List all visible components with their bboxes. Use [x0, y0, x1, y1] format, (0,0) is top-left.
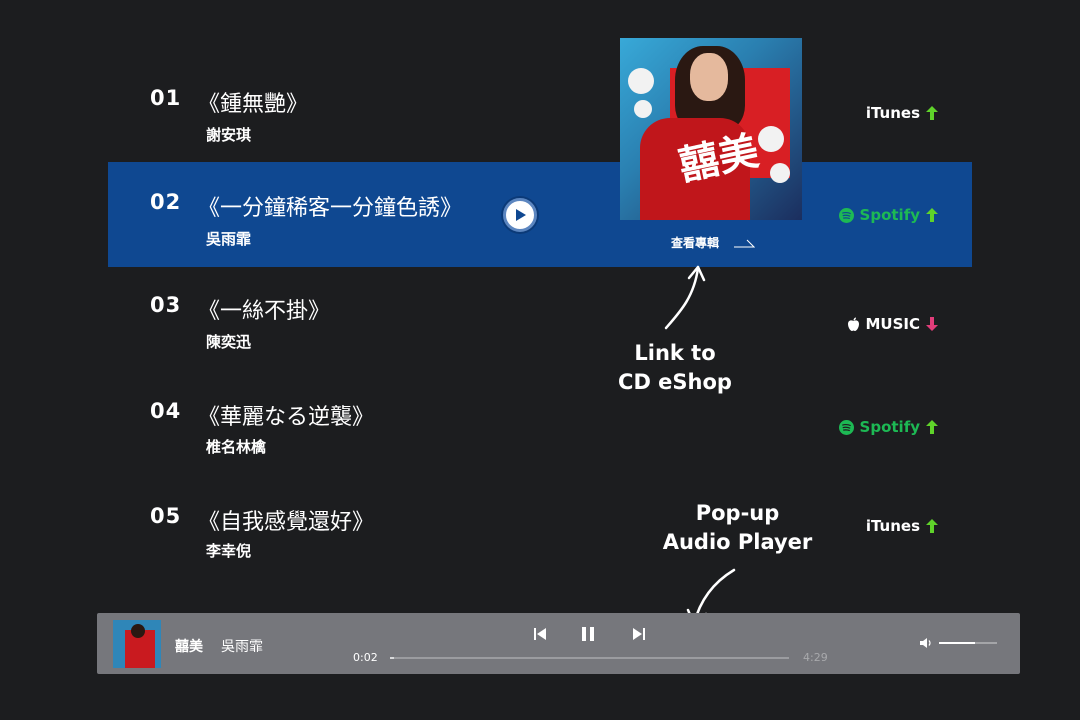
- itunes-link[interactable]: iTunes: [866, 517, 938, 535]
- arrow-up-icon: [926, 106, 938, 120]
- service-label: iTunes: [865, 104, 920, 122]
- album-cover[interactable]: 囍美: [620, 38, 802, 220]
- long-arrow-right-icon: [734, 239, 756, 247]
- total-time: 4:29: [803, 651, 828, 664]
- previous-icon[interactable]: [532, 626, 548, 642]
- annotation-arrow-icon: [664, 265, 706, 330]
- player-artist: 吳雨霏: [221, 639, 263, 655]
- track-row-03[interactable]: 03 《一絲不掛》 陳奕迅 MUSIC: [108, 267, 972, 372]
- track-title[interactable]: 《一絲不掛》: [198, 293, 330, 325]
- progress-bar[interactable]: [390, 657, 789, 659]
- service-label: Spotify: [859, 418, 920, 436]
- itunes-link[interactable]: iTunes: [866, 104, 938, 122]
- view-album-label: 查看專輯: [671, 236, 720, 250]
- play-icon: [516, 209, 526, 221]
- apple-music-link[interactable]: MUSIC: [847, 315, 938, 333]
- track-title[interactable]: 《鍾無艷》: [198, 86, 308, 118]
- annotation-eshop: Link to CD eShop: [618, 341, 732, 394]
- track-title[interactable]: 《一分鐘稀客一分鐘色誘》: [198, 190, 462, 222]
- player-song-title: 囍美: [175, 639, 203, 655]
- track-artist: 椎名林檎: [206, 438, 267, 456]
- track-artist: 謝安琪: [206, 126, 252, 144]
- audio-player: 囍美 吳雨霏 0:02 4:29: [97, 613, 1020, 674]
- track-number: 05: [150, 504, 182, 528]
- track-number: 04: [150, 399, 182, 423]
- track-title[interactable]: 《自我感覺還好》: [198, 504, 374, 536]
- spotify-icon: [838, 207, 854, 223]
- track-row-05[interactable]: 05 《自我感覺還好》 李幸倪 iTunes: [108, 477, 972, 582]
- track-row-04[interactable]: 04 《華麗なる逆襲》 椎名林檎 Spotify: [108, 372, 972, 477]
- current-time: 0:02: [353, 651, 378, 664]
- track-artist: 李幸倪: [206, 542, 252, 560]
- track-artist: 吳雨霏: [206, 230, 252, 248]
- track-row-02[interactable]: 02 《一分鐘稀客一分鐘色誘》 吳雨霏 Spotify: [108, 162, 972, 267]
- track-number: 01: [150, 86, 182, 110]
- view-album-link[interactable]: 查看專輯: [671, 234, 756, 251]
- progress-fill: [390, 657, 394, 659]
- track-number: 02: [150, 190, 182, 214]
- pause-icon[interactable]: [580, 626, 596, 642]
- spotify-icon: [838, 419, 854, 435]
- track-row-01[interactable]: 01 《鍾無艷》 謝安琪 iTunes: [108, 46, 972, 151]
- service-label: iTunes: [865, 517, 920, 535]
- volume-icon[interactable]: [919, 637, 933, 649]
- arrow-down-icon: [926, 317, 938, 331]
- spotify-link[interactable]: Spotify: [838, 206, 938, 224]
- track-title[interactable]: 《華麗なる逆襲》: [198, 399, 374, 431]
- player-album-thumbnail[interactable]: [113, 620, 161, 668]
- track-artist: 陳奕迅: [206, 333, 252, 351]
- volume-fill: [939, 642, 975, 644]
- spotify-link[interactable]: Spotify: [838, 418, 938, 436]
- service-label: MUSIC: [865, 315, 921, 333]
- arrow-up-icon: [926, 420, 938, 434]
- service-label: Spotify: [859, 206, 920, 224]
- next-icon[interactable]: [631, 626, 647, 642]
- apple-icon: [847, 317, 859, 331]
- volume-slider[interactable]: [939, 642, 997, 644]
- play-button[interactable]: [503, 198, 537, 232]
- annotation-player: Pop-up Audio Player: [662, 501, 813, 554]
- arrow-up-icon: [926, 208, 938, 222]
- track-number: 03: [150, 293, 182, 317]
- arrow-up-icon: [926, 519, 938, 533]
